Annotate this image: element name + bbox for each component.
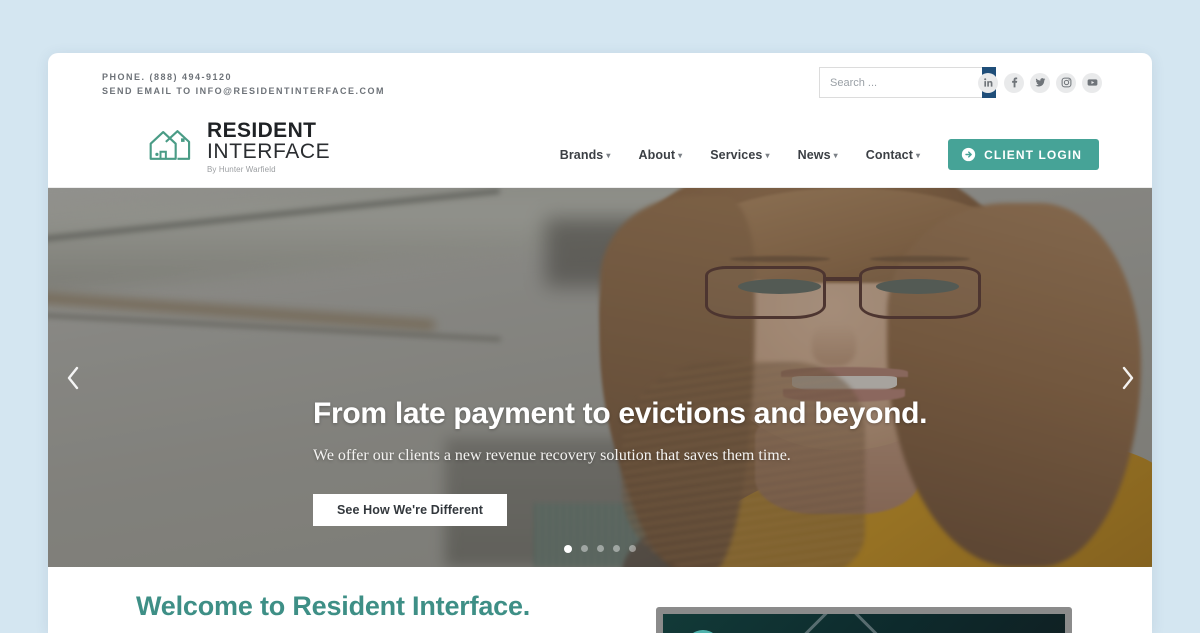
search-input[interactable] [819, 67, 982, 98]
instagram-icon-button[interactable] [1056, 72, 1076, 93]
carousel-dot-1[interactable] [564, 545, 572, 553]
carousel-pagination [48, 545, 1152, 553]
arrow-right-circle-icon [961, 147, 976, 162]
nav-label-news: News [797, 147, 831, 162]
chevron-down-icon: ▾ [916, 150, 921, 160]
phone-text: PHONE. (888) 494-9120 [102, 72, 233, 82]
contact-info: PHONE. (888) 494-9120 SEND EMAIL TO INFO… [102, 70, 385, 98]
nav-label-contact: Contact [865, 147, 913, 162]
email-text[interactable]: SEND EMAIL TO INFO@RESIDENTINTERFACE.COM [102, 84, 385, 98]
page-card: PHONE. (888) 494-9120 SEND EMAIL TO INFO… [48, 53, 1152, 633]
chevron-down-icon: ▾ [606, 150, 611, 160]
chevron-right-icon [1122, 366, 1134, 389]
welcome-heading: Welcome to Resident Interface. [136, 591, 531, 621]
utility-bar-right [819, 67, 1102, 98]
linkedin-icon-button[interactable] [978, 72, 998, 93]
carousel-dot-4[interactable] [613, 545, 620, 552]
carousel-dot-3[interactable] [597, 545, 604, 552]
video-screen [663, 614, 1065, 633]
site-logo[interactable]: RESIDENT INTERFACE By Hunter Warfield [148, 118, 330, 174]
chevron-down-icon: ▾ [678, 150, 683, 160]
logo-wordmark: RESIDENT INTERFACE By Hunter Warfield [207, 118, 330, 174]
instagram-icon [1061, 77, 1071, 88]
twitter-icon-button[interactable] [1030, 72, 1050, 93]
nav-item-contact[interactable]: Contact ▾ [866, 148, 920, 162]
linkedin-icon [983, 78, 992, 87]
carousel-dot-5[interactable] [629, 545, 636, 552]
nav-label-services: Services [710, 147, 763, 162]
client-login-label: CLIENT LOGIN [984, 147, 1082, 162]
house-outline-icon [149, 130, 191, 160]
chevron-down-icon: ▾ [765, 150, 770, 160]
primary-nav: Brands ▾ About ▾ Services ▾ News ▾ Contact ▾ … [560, 139, 1099, 170]
nav-label-brands: Brands [559, 147, 604, 162]
carousel-dot-2[interactable] [581, 545, 588, 552]
main-navigation-bar: RESIDENT INTERFACE By Hunter Warfield Br… [48, 111, 1152, 188]
hero-subheadline: We offer our clients a new revenue recov… [313, 447, 791, 464]
search-box [819, 67, 996, 98]
youtube-icon-button[interactable] [1082, 72, 1102, 93]
logo-line-1: RESIDENT [207, 119, 317, 142]
hero-cta-button[interactable]: See How We're Different [313, 494, 508, 526]
nav-label-about: About [638, 147, 676, 162]
social-links [978, 72, 1102, 93]
facebook-icon [1011, 77, 1017, 88]
logo-tagline: By Hunter Warfield [207, 165, 276, 174]
video-house-graphic [791, 614, 905, 633]
twitter-icon [1034, 78, 1045, 87]
nav-item-about[interactable]: About ▾ [638, 148, 682, 162]
carousel-prev-button[interactable] [63, 363, 83, 393]
carousel-next-button[interactable] [1118, 363, 1138, 393]
nav-item-services[interactable]: Services ▾ [710, 148, 769, 162]
chevron-left-icon [67, 366, 79, 389]
hero-headline: From late payment to evictions and beyon… [313, 397, 928, 430]
hero-carousel: From late payment to evictions and beyon… [48, 188, 1152, 567]
welcome-video-monitor[interactable] [656, 607, 1072, 633]
client-login-button[interactable]: CLIENT LOGIN [948, 139, 1099, 170]
welcome-section: Welcome to Resident Interface. [48, 567, 1152, 633]
utility-bar: PHONE. (888) 494-9120 SEND EMAIL TO INFO… [48, 53, 1152, 111]
nav-item-brands[interactable]: Brands ▾ [560, 148, 611, 162]
youtube-icon [1087, 79, 1097, 86]
hero-content: From late payment to evictions and beyon… [48, 188, 1152, 567]
facebook-icon-button[interactable] [1004, 72, 1024, 93]
nav-item-news[interactable]: News ▾ [798, 148, 838, 162]
chevron-down-icon: ▾ [833, 150, 838, 160]
logo-line-2: INTERFACE [207, 140, 331, 163]
